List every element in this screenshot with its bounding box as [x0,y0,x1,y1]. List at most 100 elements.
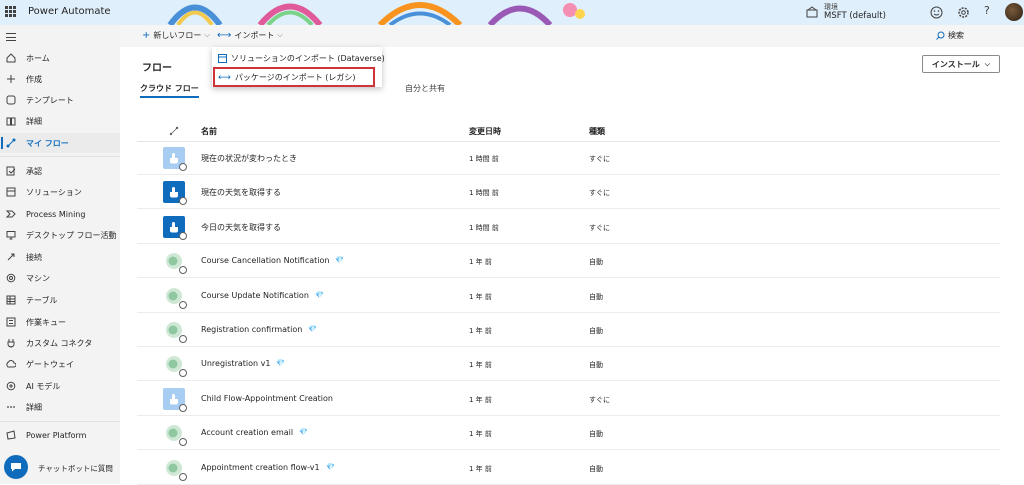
sidebar-item-label: 作成 [26,74,42,84]
connection-icon [6,252,16,262]
premium-icon: 💎 [276,359,285,368]
sidebar-item-process-mining[interactable]: Process Mining [0,204,120,224]
flow-modified: 1 時間 前 [469,155,499,163]
flow-modified: 1 年 前 [469,258,492,267]
new-flow-button[interactable]: + 新しいフロー ⌵ [142,30,210,41]
app-launcher-icon[interactable] [5,6,16,17]
table-icon [6,295,16,305]
flow-type: 自動 [589,292,603,301]
sidebar-item-label: テーブル [26,295,58,305]
sidebar-item-ai-models[interactable]: AI モデル [0,376,120,396]
sidebar-item-label: デスクトップ フロー活動 [26,230,117,240]
table-row[interactable]: Child Flow-Appointment Creation 1 年 前 すぐに [137,382,1000,416]
sidebar-item-templates[interactable]: テンプレート [0,90,120,110]
environment-value[interactable]: MSFT (default) [824,11,886,21]
sidebar-divider [0,156,120,157]
flow-modified: 1 年 前 [469,292,492,301]
sidebar-item-label: 承認 [26,166,42,176]
premium-icon: 💎 [326,462,335,471]
table-header: 名前 変更日時 種類 [137,122,1000,142]
flow-name[interactable]: Account creation email [201,428,293,437]
sidebar-item-label: ゲートウェイ [26,359,74,369]
status-off-icon [179,403,187,412]
sidebar-item-work-queues[interactable]: 作業キュー [0,312,120,332]
help-icon[interactable]: ? [984,4,990,17]
smiley-icon[interactable] [930,6,943,19]
flow-name[interactable]: Child Flow-Appointment Creation [201,394,333,403]
table-row[interactable]: Unregistration v1 💎 1 年 前 自動 [137,347,1000,382]
chatbot-button[interactable] [4,455,28,479]
gateway-icon [6,359,16,369]
status-off-icon [179,197,187,206]
tab-cloud-flows[interactable]: クラウド フロー [140,83,199,98]
hamburger-menu-icon[interactable] [6,33,16,41]
status-off-icon [179,266,187,275]
flow-modified: 1 年 前 [469,464,492,473]
table-row[interactable]: Course Cancellation Notification 💎 1 年 前 自動 [137,244,1000,279]
import-solution-item[interactable]: ソリューションのインポート (Dataverse) [218,53,385,64]
chatbot-label[interactable]: チャットボットに質問 [38,463,113,474]
sidebar-item-machines[interactable]: マシン [0,268,120,288]
column-header-name[interactable]: 名前 [201,126,217,137]
install-button[interactable]: インストール ⌵ [922,55,1000,73]
sidebar-item-custom-connectors[interactable]: カスタム コネクタ [0,333,120,353]
column-header-modified[interactable]: 変更日時 [469,126,501,137]
tab-shared-with-me[interactable]: 自分と共有 [405,83,445,94]
sidebar-item-learn[interactable]: 詳細 [0,111,120,131]
table-row[interactable]: 今日の天気を取得する 1 時間 前 すぐに [137,210,1000,244]
sidebar-item-tables[interactable]: テーブル [0,290,120,310]
sidebar-item-create[interactable]: 作成 [0,69,120,89]
flow-type: すぐに [589,155,610,163]
flow-name[interactable]: 現在の状況が変わったとき [201,153,297,164]
flow-name[interactable]: Unregistration v1 [201,359,270,368]
status-off-icon [179,335,187,343]
sidebar-item-label: ホーム [26,53,50,63]
solution-icon [218,54,227,63]
flow-name[interactable]: Course Update Notification [201,291,309,300]
sidebar-divider [0,421,120,422]
sidebar-item-label: 詳細 [26,116,42,126]
table-row[interactable]: Appointment creation flow-v1 💎 1 年 前 自動 [137,451,1000,485]
chat-icon [11,463,21,472]
plus-icon [6,74,16,84]
flow-name[interactable]: 現在の天気を取得する [201,187,281,198]
sidebar-item-desktop-flow[interactable]: デスクトップ フロー活動 [0,225,120,245]
flow-name[interactable]: Registration confirmation [201,325,302,334]
sidebar-item-connections[interactable]: 接続 [0,247,120,267]
custom-connector-icon [6,338,16,348]
more-icon [6,402,16,412]
sidebar-item-solutions[interactable]: ソリューション [0,182,120,202]
flow-name[interactable]: Course Cancellation Notification [201,256,329,265]
sidebar-item-power-platform[interactable]: Power Platform [0,425,120,445]
flow-type: 自動 [589,430,603,439]
table-row[interactable]: Course Update Notification 💎 1 年 前 自動 [137,279,1000,313]
import-button[interactable]: ⟷ インポート ⌵ [217,30,283,41]
table-row[interactable]: Account creation email 💎 1 年 前 自動 [137,416,1000,451]
flow-type: 自動 [589,258,603,267]
desktop-flow-icon [6,230,16,240]
sidebar-item-label: ソリューション [26,187,82,197]
table-row[interactable]: Registration confirmation 💎 1 年 前 自動 [137,313,1000,347]
table-row[interactable]: 現在の状況が変わったとき 1 時間 前 すぐに [137,141,1000,175]
premium-icon: 💎 [335,256,344,265]
avatar[interactable] [1005,3,1023,21]
app-title[interactable]: Power Automate [28,6,111,17]
sidebar-item-my-flows[interactable]: マイ フロー [0,133,120,153]
flow-type: 自動 [589,327,603,335]
sidebar-item-label: テンプレート [26,95,74,105]
flow-name[interactable]: 今日の天気を取得する [201,222,281,233]
sidebar-item-label: Process Mining [26,209,86,219]
environment-icon[interactable] [806,6,818,18]
flow-icon [6,138,16,148]
gear-icon[interactable] [957,6,970,19]
sidebar-item-more[interactable]: 詳細 [0,397,120,417]
search-button[interactable]: 検索 [936,30,964,41]
table-row[interactable]: 現在の天気を取得する 1 時間 前 すぐに [137,175,1000,210]
sidebar-item-home[interactable]: ホーム [0,48,120,68]
flow-name[interactable]: Appointment creation flow-v1 [201,463,320,472]
column-header-type[interactable]: 種類 [589,126,605,137]
flow-modified: 1 年 前 [469,430,492,439]
sidebar-item-approvals[interactable]: 承認 [0,161,120,181]
flow-modified: 1 時間 前 [469,223,499,232]
sidebar-item-gateways[interactable]: ゲートウェイ [0,354,120,374]
